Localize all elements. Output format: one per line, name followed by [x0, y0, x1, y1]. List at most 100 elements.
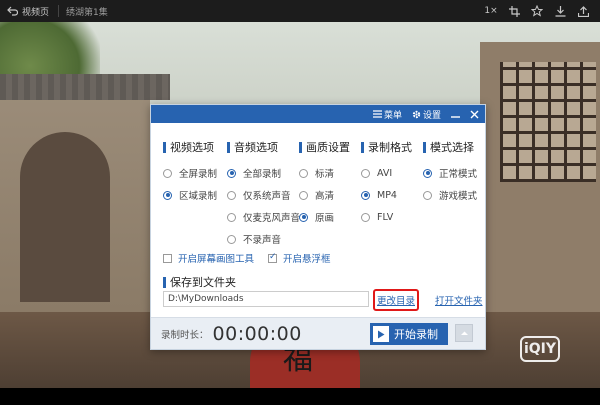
- column-title-text: 音频选项: [234, 141, 278, 154]
- radio-option[interactable]: 区域录制: [163, 184, 217, 206]
- crop-icon[interactable]: [507, 4, 521, 18]
- back-label: 视频页: [22, 7, 50, 18]
- iqiyi-logo: iQIY: [520, 336, 560, 362]
- radio-button: [361, 168, 370, 178]
- option-column-4: 模式选择正常模式游戏模式: [423, 139, 477, 206]
- heading-accent-bar: [361, 141, 364, 153]
- option-column-3: 录制格式 AVI MP4 FLV: [361, 139, 412, 228]
- floating-box-checkbox[interactable]: 开启悬浮框: [268, 251, 331, 265]
- top-toolbar: 1×: [484, 0, 590, 22]
- star-icon[interactable]: [530, 4, 544, 18]
- radio-label: 不录声音: [243, 235, 282, 246]
- radio-button: [227, 212, 236, 222]
- dialog-header: 菜单 设置: [151, 105, 485, 123]
- radio-label: 正常模式: [439, 169, 478, 180]
- share-icon[interactable]: [576, 4, 590, 18]
- column-title-text: 模式选择: [430, 141, 474, 154]
- radio-option[interactable]: 标清: [299, 162, 350, 184]
- open-folder-link[interactable]: 打开文件夹: [435, 293, 483, 307]
- menu-icon: [372, 110, 382, 118]
- heading-accent-bar: [299, 141, 302, 153]
- radio-label: 标清: [315, 169, 335, 180]
- checkbox-box: [163, 253, 172, 263]
- screen-draw-tool-checkbox[interactable]: 开启屏幕画图工具: [163, 251, 254, 265]
- screen-recorder-dialog: 菜单 设置 视频选项 全屏录制 区域录制 音频选项 全部录制 仅系统声音 仅麦克风声音 不录声…: [150, 104, 486, 350]
- settings-button[interactable]: 设置: [412, 108, 441, 121]
- radio-option[interactable]: 高清: [299, 184, 350, 206]
- radio-option[interactable]: MP4: [361, 184, 412, 206]
- heading-accent-bar: [227, 141, 230, 153]
- column-title: 录制格式: [361, 139, 412, 155]
- radio-label: AVI: [377, 167, 393, 179]
- radio-label: MP4: [377, 189, 397, 201]
- column-title: 视频选项: [163, 139, 217, 155]
- column-title: 模式选择: [423, 139, 477, 155]
- speed-button[interactable]: 1×: [484, 4, 498, 18]
- start-recording-button[interactable]: 开始录制: [370, 323, 448, 345]
- radio-label: FLV: [377, 211, 394, 223]
- radio-option[interactable]: FLV: [361, 206, 412, 228]
- radio-option[interactable]: 不录声音: [227, 228, 300, 250]
- radio-label: 游戏模式: [439, 191, 478, 202]
- close-button[interactable]: [470, 110, 479, 119]
- player-top-bar: 视频页 绣湖第1集 1×: [0, 0, 600, 22]
- radio-label: 区域录制: [179, 191, 218, 202]
- radio-option[interactable]: 全屏录制: [163, 162, 217, 184]
- radio-button: [423, 190, 432, 200]
- radio-label: 全部录制: [243, 169, 282, 180]
- radio-button: [299, 190, 308, 200]
- download-icon[interactable]: [553, 4, 567, 18]
- radio-option[interactable]: AVI: [361, 162, 412, 184]
- checkbox-row: 开启屏幕画图工具 开启悬浮框: [163, 251, 331, 265]
- scene-roof: [0, 74, 170, 100]
- radio-button: [423, 168, 432, 178]
- menu-button[interactable]: 菜单: [372, 108, 402, 121]
- duration-value: 00:00:00: [212, 322, 302, 345]
- save-folder-heading: 保存到文件夹: [163, 274, 236, 290]
- radio-option[interactable]: 原画: [299, 206, 350, 228]
- heading-accent-bar: [163, 141, 166, 153]
- minimize-button[interactable]: [451, 110, 460, 119]
- radio-button: [299, 212, 308, 222]
- duration-label: 录制时长：: [161, 329, 209, 341]
- radio-button: [163, 168, 172, 178]
- scene-arch: [20, 132, 110, 302]
- column-title: 画质设置: [299, 139, 350, 155]
- radio-option[interactable]: 仅麦克风声音: [227, 206, 300, 228]
- episode-title: 绣湖第1集: [66, 7, 108, 18]
- start-recording-label: 开始录制: [394, 328, 438, 341]
- option-column-2: 画质设置标清高清原画: [299, 139, 350, 228]
- radio-button: [227, 234, 236, 244]
- heading-accent-bar: [163, 276, 166, 288]
- radio-button: [227, 190, 236, 200]
- play-icon: [373, 326, 389, 342]
- heading-accent-bar: [423, 141, 426, 153]
- menu-label: 菜单: [383, 110, 402, 121]
- radio-option[interactable]: 正常模式: [423, 162, 477, 184]
- column-title-text: 画质设置: [306, 141, 350, 154]
- change-directory-link[interactable]: 更改目录: [373, 289, 419, 311]
- dialog-body: 视频选项 全屏录制 区域录制 音频选项 全部录制 仅系统声音 仅麦克风声音 不录声音 画质设置标…: [151, 123, 485, 317]
- gear-icon: [412, 110, 421, 118]
- player-bottom-bar: [0, 388, 600, 405]
- back-button[interactable]: 视频页: [0, 0, 56, 22]
- column-title-text: 视频选项: [170, 141, 214, 154]
- pin-button[interactable]: [455, 324, 473, 342]
- column-title-text: 录制格式: [368, 141, 412, 154]
- option-column-1: 音频选项全部录制仅系统声音仅麦克风声音 不录声音: [227, 139, 300, 250]
- radio-label: 仅麦克风声音: [243, 213, 301, 224]
- radio-option[interactable]: 全部录制: [227, 162, 300, 184]
- top-divider: [58, 5, 60, 17]
- checkbox-label: 开启悬浮框: [283, 254, 331, 265]
- radio-label: 高清: [315, 191, 335, 202]
- back-arrow-icon: [7, 6, 18, 16]
- checkbox-label: 开启屏幕画图工具: [178, 254, 255, 265]
- option-column-0: 视频选项全屏录制区域录制: [163, 139, 217, 206]
- save-path-field[interactable]: D:\MyDownloads: [163, 291, 369, 307]
- column-title: 音频选项: [227, 139, 300, 155]
- dialog-footer: 录制时长： 00:00:00 开始录制: [151, 317, 485, 349]
- radio-option[interactable]: 游戏模式: [423, 184, 477, 206]
- radio-button: [299, 168, 308, 178]
- radio-button: [163, 190, 172, 200]
- radio-option[interactable]: 仅系统声音: [227, 184, 300, 206]
